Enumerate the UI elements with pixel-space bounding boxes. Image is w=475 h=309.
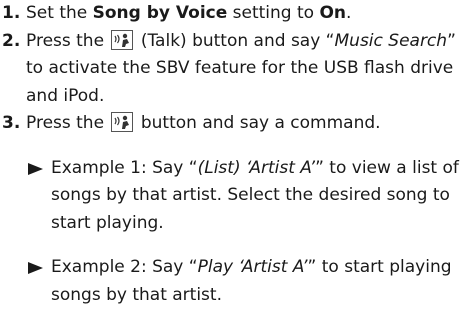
setting-value: On	[319, 3, 347, 23]
example-text: Example 2: Say “	[51, 257, 198, 277]
step-text: Set the	[26, 3, 93, 23]
voice-command: Music Search	[334, 30, 448, 51]
step-text: Press the	[26, 113, 110, 133]
step-1: 1. Set the Song by Voice setting to On.	[2, 0, 471, 28]
talk-icon	[111, 112, 134, 132]
triangle-bullet-icon	[28, 162, 43, 175]
step-text: setting to	[227, 3, 320, 23]
step-3: 3. Press the button and say a command.	[2, 110, 471, 138]
instruction-list: 1. Set the Song by Voice setting to On. 2…	[0, 0, 475, 305]
triangle-bullet-icon	[28, 262, 43, 274]
step-number: 2.	[2, 30, 21, 51]
voice-command: (List) ‘Artist A’	[197, 157, 316, 178]
voice-command: Play ‘Artist A’	[197, 257, 308, 277]
step-text: Press the	[26, 30, 110, 51]
step-text: button and say a command.	[135, 113, 381, 133]
setting-name: Song by Voice	[92, 3, 228, 23]
talk-icon	[111, 29, 134, 50]
step-2: 2. Press the (Talk) button and say “Music…	[2, 28, 471, 111]
step-number: 3.	[2, 113, 21, 133]
step-text: .	[346, 3, 352, 23]
step-text: (Talk) button and say “	[135, 30, 335, 51]
example-1: Example 1: Say “(List) ‘Artist A’” to vi…	[26, 155, 471, 238]
example-text: Example 1: Say “	[51, 157, 198, 178]
example-2: Example 2: Say “Play ‘Artist A’” to star…	[26, 254, 471, 309]
step-number: 1.	[2, 3, 21, 23]
